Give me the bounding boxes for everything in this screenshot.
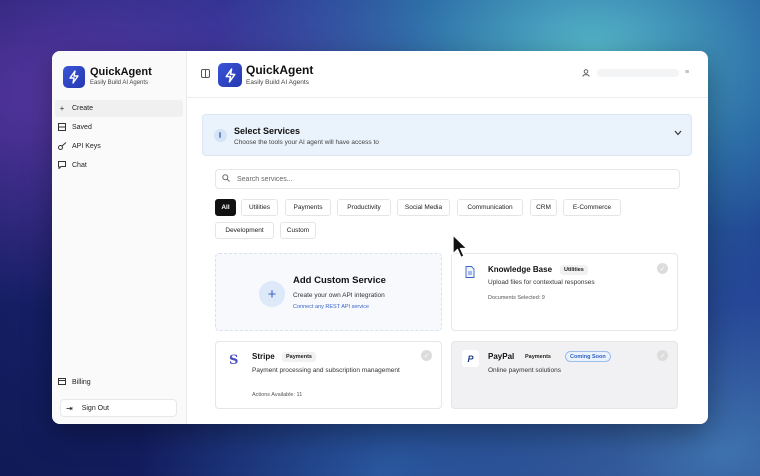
search-icon <box>222 174 230 184</box>
sign-out-icon: ⇥ <box>66 403 73 413</box>
more-options-icon[interactable]: ≡ <box>685 69 689 76</box>
category-chip-utilities[interactable]: Utilities <box>241 199 278 216</box>
services-panel-subtitle: Choose the tools your AI agent will have… <box>234 139 379 146</box>
info-icon <box>214 129 227 142</box>
category-badge: Payments <box>521 352 555 362</box>
category-chip-social-media[interactable]: Social Media <box>397 199 450 216</box>
header-divider <box>187 97 708 98</box>
sidebar: QuickAgent Easily Build AI Agents + Crea… <box>52 51 187 424</box>
knowledge-base-card[interactable]: Knowledge Base Utilities Upload files fo… <box>451 253 678 331</box>
category-chip-custom[interactable]: Custom <box>280 222 316 239</box>
service-name: Knowledge Base <box>488 265 553 274</box>
service-name: PayPal <box>488 352 515 361</box>
custom-card-link: Connect any REST API service <box>293 304 370 310</box>
category-chip-e-commerce[interactable]: E-Commerce <box>563 199 621 216</box>
service-meta: Documents Selected: 9 <box>488 295 545 301</box>
service-description: Online payment solutions <box>488 367 561 374</box>
mouse-cursor-icon <box>452 234 470 265</box>
service-meta: Actions Available: 11 <box>252 392 303 398</box>
more-cards-fade <box>187 411 708 424</box>
stripe-logo-icon: S <box>229 353 239 368</box>
sidebar-item-label: Saved <box>72 124 92 131</box>
service-description: Upload files for contextual responses <box>488 279 595 286</box>
select-check-icon[interactable]: ✓ <box>657 263 668 274</box>
key-icon <box>57 141 67 152</box>
category-badge: Utilities <box>560 265 588 275</box>
user-icon[interactable] <box>582 69 590 79</box>
sidebar-item-label: API Keys <box>72 143 101 150</box>
sidebar-toggle-icon[interactable] <box>201 69 210 78</box>
chevron-down-icon[interactable] <box>674 128 682 138</box>
coming-soon-badge: Coming Soon <box>565 351 611 362</box>
category-chip-productivity[interactable]: Productivity <box>337 199 391 216</box>
add-custom-service-card[interactable]: + Add Custom Service Create your own API… <box>215 253 442 331</box>
select-check-icon[interactable]: ✓ <box>421 350 432 361</box>
chat-icon <box>57 160 67 171</box>
sidebar-item-billing[interactable]: Billing <box>55 374 183 391</box>
sidebar-item-label: Create <box>72 105 94 112</box>
category-chip-crm[interactable]: CRM <box>530 199 557 216</box>
service-name: Stripe <box>252 352 275 361</box>
header-logo-icon <box>218 63 242 87</box>
plus-icon: + <box>59 104 65 113</box>
sidebar-item-saved[interactable]: Saved <box>55 119 183 136</box>
header-app-name: QuickAgent <box>246 63 314 77</box>
select-check-icon: ✓ <box>657 350 668 361</box>
service-description: Payment processing and subscription mana… <box>252 367 400 374</box>
user-email-redacted <box>597 69 679 77</box>
document-icon <box>465 266 475 278</box>
sidebar-item-label: Chat <box>72 162 87 169</box>
stripe-card[interactable]: S Stripe Payments Payment processing and… <box>215 341 442 409</box>
sidebar-app-tagline: Easily Build AI Agents <box>90 80 149 86</box>
custom-card-title: Add Custom Service <box>293 275 386 286</box>
sidebar-item-api-keys[interactable]: API Keys <box>55 138 183 155</box>
paypal-card: P PayPal Payments Coming Soon Online pay… <box>451 341 678 409</box>
services-panel-title: Select Services <box>234 126 301 136</box>
service-search-box[interactable] <box>215 169 680 189</box>
card-icon <box>57 378 67 387</box>
sidebar-item-label: Billing <box>72 379 91 386</box>
sidebar-app-name: QuickAgent <box>90 66 152 78</box>
category-badge: Payments <box>282 352 316 362</box>
app-window: QuickAgent Easily Build AI Agents + Crea… <box>52 51 708 424</box>
add-icon: + <box>259 281 285 307</box>
sign-out-button[interactable]: ⇥ Sign Out <box>60 399 177 417</box>
sidebar-item-chat[interactable]: Chat <box>55 157 183 174</box>
paypal-logo-icon: P <box>462 350 479 367</box>
sign-out-label: Sign Out <box>81 404 109 412</box>
sidebar-item-create[interactable]: + Create <box>55 100 183 117</box>
category-chip-communication[interactable]: Communication <box>457 199 523 216</box>
custom-card-subtitle: Create your own API integration <box>293 292 385 299</box>
saved-icon <box>57 122 67 133</box>
category-chip-payments[interactable]: Payments <box>285 199 331 216</box>
app-logo-icon <box>63 66 85 88</box>
category-chip-all[interactable]: All <box>215 199 236 216</box>
header-app-tagline: Easily Build AI Agents <box>246 79 309 86</box>
category-chip-development[interactable]: Development <box>215 222 274 239</box>
services-panel-header[interactable]: Select Services Choose the tools your AI… <box>202 114 692 156</box>
service-search-input[interactable] <box>237 175 637 183</box>
